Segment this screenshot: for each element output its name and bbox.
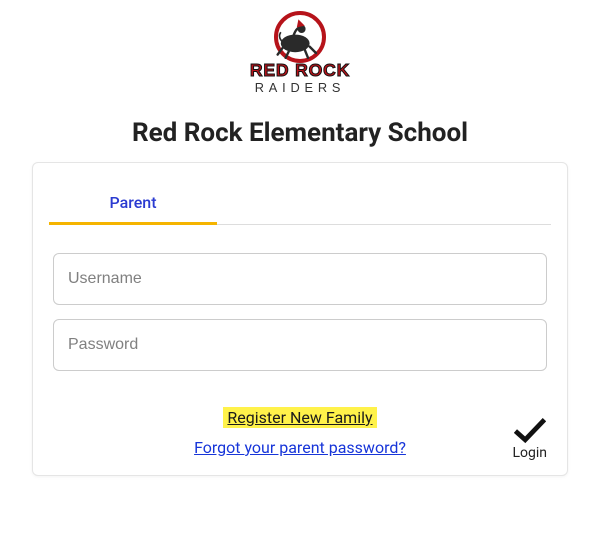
- login-button[interactable]: Login: [512, 417, 547, 461]
- tab-parent[interactable]: Parent: [49, 173, 217, 224]
- forgot-password-link[interactable]: Forgot your parent password?: [194, 438, 406, 457]
- svg-text:RED ROCK: RED ROCK: [250, 60, 350, 80]
- login-form: [33, 225, 567, 395]
- center-links: Register New Family Forgot your parent p…: [194, 407, 406, 457]
- checkmark-icon: [514, 417, 546, 445]
- login-label: Login: [512, 445, 547, 461]
- links-row: Register New Family Forgot your parent p…: [33, 395, 567, 475]
- username-field[interactable]: [53, 253, 547, 305]
- password-field[interactable]: [53, 319, 547, 371]
- raiders-logo-icon: RED ROCK RAIDERS: [220, 8, 380, 98]
- login-card: Parent Register New Family Forgot your p…: [32, 162, 568, 476]
- page-title: Red Rock Elementary School: [132, 118, 468, 148]
- svg-text:RAIDERS: RAIDERS: [255, 80, 346, 95]
- register-new-family-link[interactable]: Register New Family: [223, 407, 376, 428]
- tab-bar: Parent: [49, 173, 551, 225]
- school-logo: RED ROCK RAIDERS: [220, 8, 380, 98]
- tab-underline: [49, 222, 217, 225]
